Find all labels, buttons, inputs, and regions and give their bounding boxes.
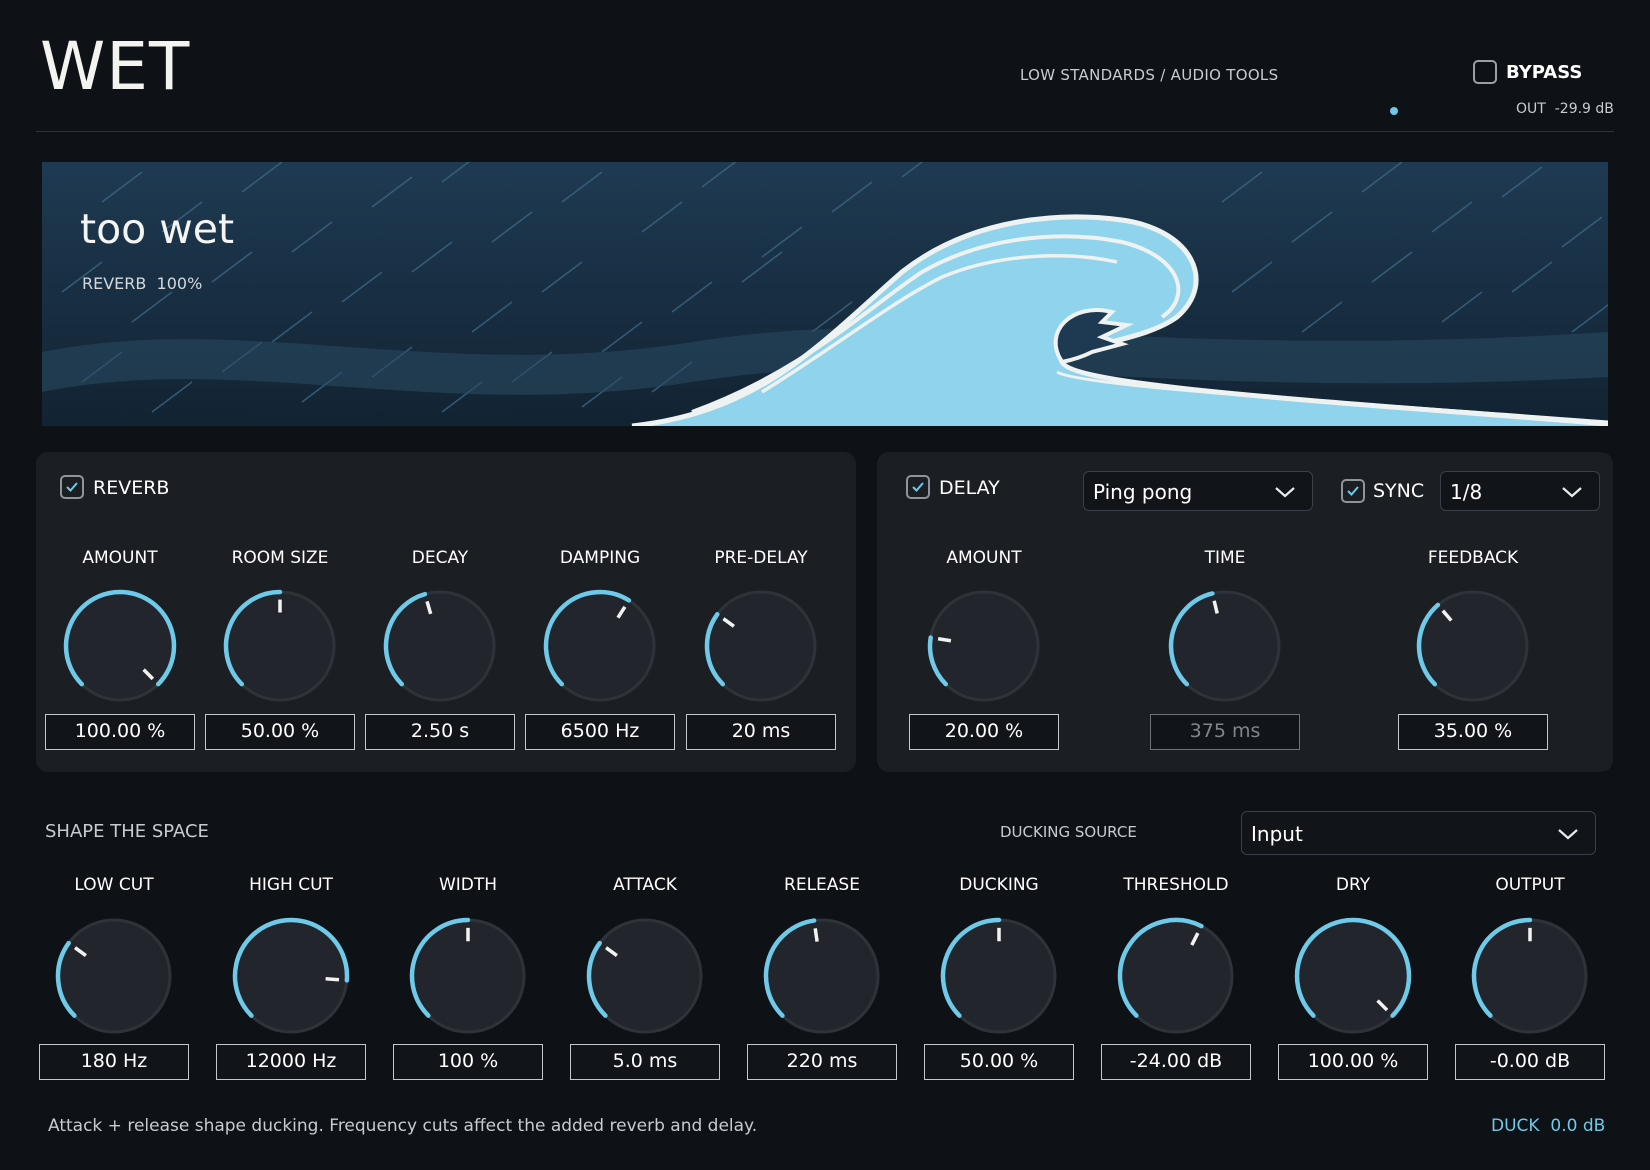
shape-high-cut-pointer	[325, 976, 340, 982]
delay-mode-value: Ping pong	[1093, 480, 1193, 504]
banner-subtitle-value: 100%	[156, 274, 203, 293]
shape-attack-knob[interactable]	[581, 912, 709, 1040]
banner-title: too wet	[80, 205, 235, 253]
delay-label[interactable]: DELAY	[939, 477, 1000, 499]
reverb-damping-value-field[interactable]: 6500 Hz	[525, 714, 675, 750]
shape-attack-label: ATTACK	[613, 875, 677, 895]
app-title: WET	[40, 28, 191, 105]
sync-division-value: 1/8	[1450, 480, 1483, 504]
duck-label: DUCK	[1491, 1116, 1540, 1136]
delay-amount-pointer	[937, 637, 952, 643]
reverb-room-size-knob[interactable]	[218, 584, 342, 708]
reverb-pre-delay-value-field[interactable]: 20 ms	[686, 714, 836, 750]
banner-subtitle: REVERB 100%	[82, 274, 202, 293]
reverb-decay-knob[interactable]	[378, 584, 502, 708]
reverb-room-size-value-field[interactable]: 50.00 %	[205, 714, 355, 750]
out-label: OUT	[1516, 101, 1546, 117]
shape-high-cut-knob[interactable]	[227, 912, 355, 1040]
shape-ducking-value-field[interactable]: 50.00 %	[924, 1044, 1074, 1080]
sync-label[interactable]: SYNC	[1373, 480, 1424, 502]
chevron-down-icon	[1558, 829, 1578, 840]
delay-time-label: TIME	[1204, 548, 1246, 568]
chevron-down-icon	[1562, 487, 1582, 498]
reverb-pre-delay-label: PRE-DELAY	[714, 548, 808, 568]
checkmark-icon	[1347, 486, 1359, 496]
ducking-source-label: DUCKING SOURCE	[1000, 823, 1137, 841]
shape-high-cut-value-field[interactable]: 12000 Hz	[216, 1044, 366, 1080]
shape-release-label: RELEASE	[784, 875, 860, 895]
checkmark-icon	[912, 482, 924, 492]
shape-section-title: SHAPE THE SPACE	[45, 821, 209, 842]
output-level-readout: OUT -29.9 dB	[1516, 101, 1614, 117]
chevron-down-icon	[1275, 487, 1295, 498]
reverb-damping-label: DAMPING	[559, 548, 641, 568]
delay-feedback-label: FEEDBACK	[1427, 548, 1519, 568]
delay-amount-label: AMOUNT	[946, 548, 1022, 568]
shape-width-value-field[interactable]: 100 %	[393, 1044, 543, 1080]
banner-subtitle-label: REVERB	[82, 274, 147, 293]
ducking-source-value: Input	[1251, 822, 1303, 846]
shape-threshold-knob[interactable]	[1112, 912, 1240, 1040]
duck-readout: DUCK 0.0 dB	[1491, 1116, 1605, 1136]
shape-width-knob[interactable]	[404, 912, 532, 1040]
output-meter-indicator	[1390, 107, 1398, 115]
shape-high-cut-label: HIGH CUT	[249, 875, 333, 895]
bypass-label[interactable]: BYPASS	[1506, 62, 1582, 83]
shape-attack-value-field[interactable]: 5.0 ms	[570, 1044, 720, 1080]
shape-threshold-label: THRESHOLD	[1123, 875, 1229, 895]
ducking-source-select[interactable]: Input	[1241, 811, 1596, 855]
shape-release-value-field[interactable]: 220 ms	[747, 1044, 897, 1080]
shape-low-cut-value-field[interactable]: 180 Hz	[39, 1044, 189, 1080]
shape-output-label: OUTPUT	[1495, 875, 1565, 895]
reverb-room-size-label: ROOM SIZE	[231, 548, 329, 568]
delay-mode-select[interactable]: Ping pong	[1083, 471, 1313, 511]
sync-division-select[interactable]: 1/8	[1440, 471, 1600, 511]
delay-time-value-field[interactable]: 375 ms	[1150, 714, 1300, 750]
wave-illustration	[42, 162, 1608, 426]
reverb-amount-value-field[interactable]: 100.00 %	[45, 714, 195, 750]
shape-dry-label: DRY	[1335, 875, 1371, 895]
reverb-label[interactable]: REVERB	[93, 477, 169, 499]
header-divider	[36, 131, 1614, 132]
reverb-amount-label: AMOUNT	[82, 548, 158, 568]
reverb-decay-value-field[interactable]: 2.50 s	[365, 714, 515, 750]
reverb-amount-knob[interactable]	[58, 584, 182, 708]
reverb-damping-knob[interactable]	[538, 584, 662, 708]
delay-enable-checkbox[interactable]	[906, 475, 930, 499]
shape-release-pointer	[813, 928, 819, 942]
reverb-pre-delay-knob[interactable]	[699, 584, 823, 708]
shape-output-value-field[interactable]: -0.00 dB	[1455, 1044, 1605, 1080]
footer-note: Attack + release shape ducking. Frequenc…	[48, 1116, 758, 1136]
delay-feedback-value-field[interactable]: 35.00 %	[1398, 714, 1548, 750]
shape-low-cut-knob[interactable]	[50, 912, 178, 1040]
sync-checkbox[interactable]	[1341, 479, 1365, 503]
shape-dry-value-field[interactable]: 100.00 %	[1278, 1044, 1428, 1080]
shape-dry-knob[interactable]	[1289, 912, 1417, 1040]
shape-ducking-knob[interactable]	[935, 912, 1063, 1040]
delay-feedback-knob[interactable]	[1411, 584, 1535, 708]
bypass-checkbox[interactable]	[1473, 60, 1497, 84]
shape-low-cut-label: LOW CUT	[74, 875, 154, 895]
shape-ducking-label: DUCKING	[959, 875, 1039, 895]
brand-label: LOW STANDARDS / AUDIO TOOLS	[1020, 66, 1279, 84]
checkmark-icon	[66, 482, 78, 492]
shape-threshold-value-field[interactable]: -24.00 dB	[1101, 1044, 1251, 1080]
shape-width-label: WIDTH	[438, 875, 498, 895]
delay-amount-value-field[interactable]: 20.00 %	[909, 714, 1059, 750]
delay-time-knob[interactable]	[1163, 584, 1287, 708]
delay-amount-knob[interactable]	[922, 584, 1046, 708]
duck-value: 0.0 dB	[1550, 1116, 1606, 1136]
shape-output-knob[interactable]	[1466, 912, 1594, 1040]
shape-release-knob[interactable]	[758, 912, 886, 1040]
reverb-enable-checkbox[interactable]	[60, 475, 84, 499]
out-value: -29.9 dB	[1554, 101, 1614, 117]
wave-banner	[42, 162, 1608, 426]
reverb-decay-label: DECAY	[411, 548, 469, 568]
